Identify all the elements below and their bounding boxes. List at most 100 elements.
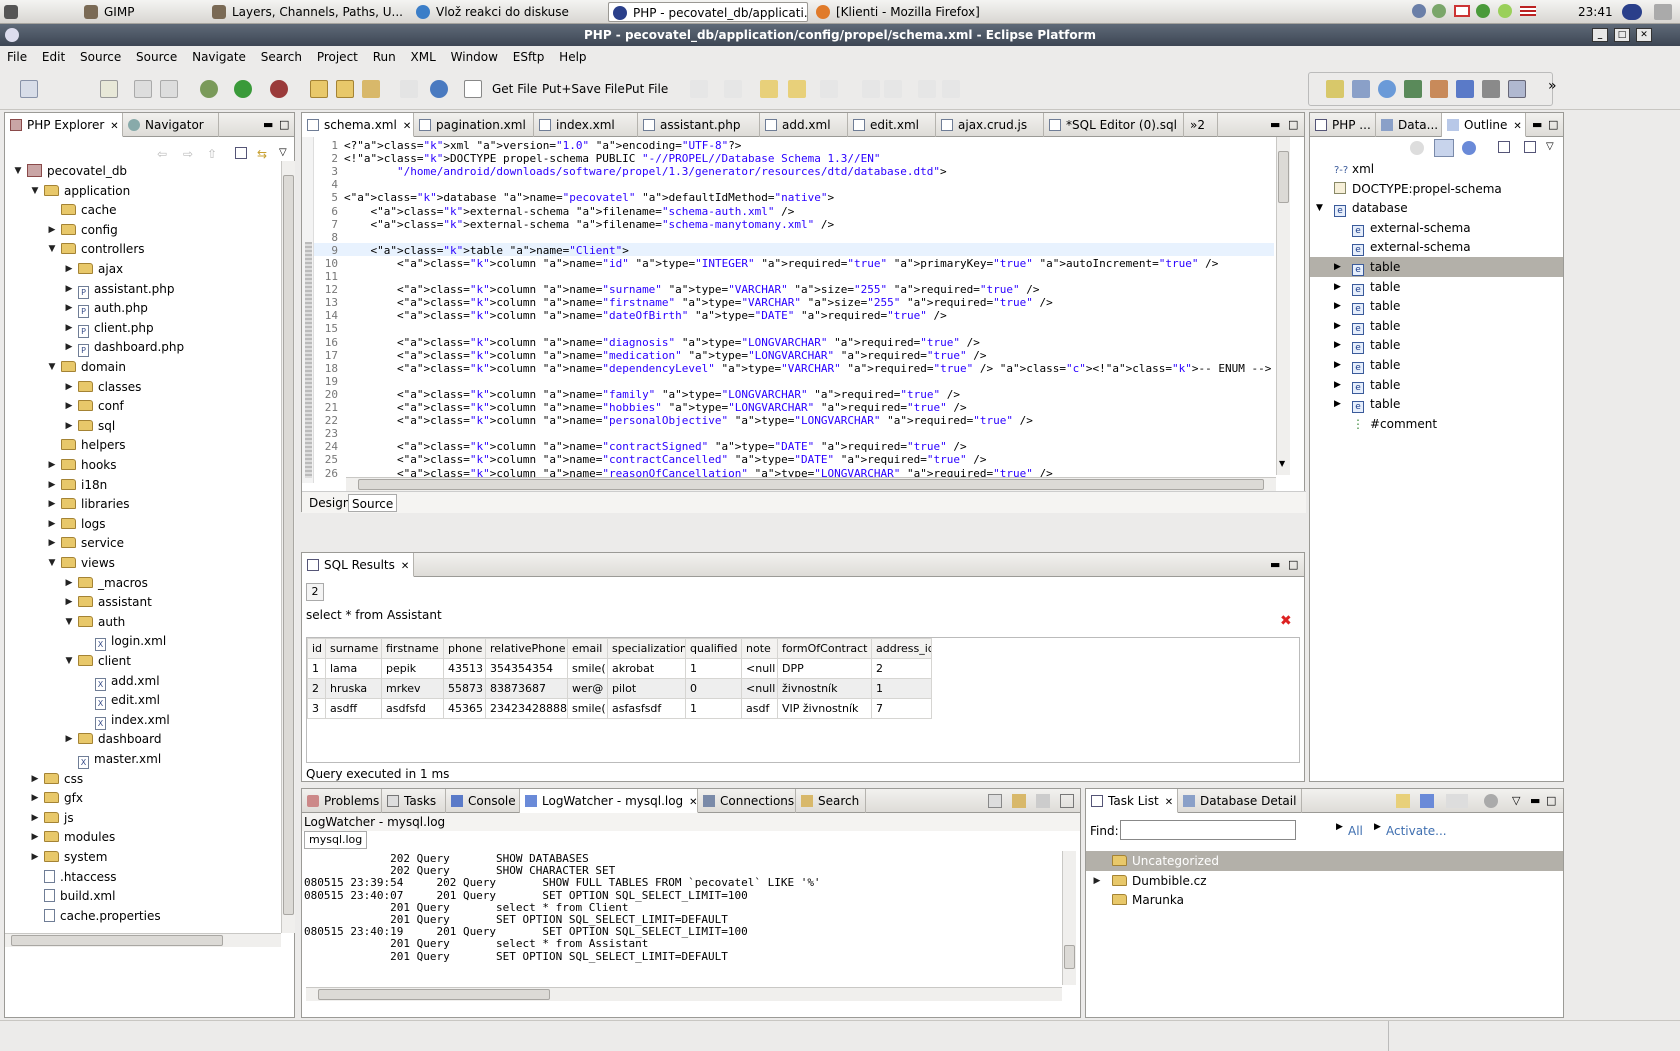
tree-item[interactable]: ▶ classes <box>5 377 281 397</box>
table-cell[interactable]: akrobat <box>607 658 686 679</box>
tab-connections[interactable]: Connections <box>698 789 796 813</box>
collapsed-arrow-icon[interactable]: ▶ <box>47 475 57 495</box>
table-row[interactable]: 2 hruska mrkev 55873 83873687 wer@ pilot 0 <null… <box>307 678 932 699</box>
table-cell[interactable]: asdff <box>325 698 382 719</box>
collapsed-arrow-icon[interactable]: ▶ <box>1092 871 1102 891</box>
tab-design[interactable]: Design <box>306 494 353 512</box>
table-cell[interactable]: asdf <box>741 698 778 719</box>
table-cell[interactable]: 0 <box>685 678 742 699</box>
tree-item[interactable]: ▶ Pclient.php <box>5 318 281 338</box>
back-icon[interactable] <box>788 80 806 98</box>
collapsed-arrow-icon[interactable]: ▶ <box>1334 296 1341 316</box>
explorer-vertical-scrollbar[interactable] <box>281 161 295 933</box>
collapsed-arrow-icon[interactable]: ▶ <box>64 279 74 299</box>
messenger-icon[interactable] <box>1476 4 1490 18</box>
window-titlebar[interactable]: PHP - pecovatel_db/application/config/pr… <box>0 24 1680 46</box>
column-header[interactable]: email <box>567 638 608 659</box>
task-category[interactable]: Marunka <box>1086 890 1563 910</box>
table-cell[interactable]: VIP živnostník <box>777 698 872 719</box>
forward-arrow-icon[interactable]: ⇨ <box>183 147 193 161</box>
collapsed-arrow-icon[interactable]: ▶ <box>30 847 40 867</box>
collapsed-arrow-icon[interactable]: ▶ <box>1334 394 1341 414</box>
scroll-thumb[interactable] <box>1064 945 1075 969</box>
tree-item[interactable]: ▶ Pdashboard.php <box>5 337 281 358</box>
outline-item[interactable]: ⋮ #comment <box>1310 414 1563 434</box>
sort-icon[interactable] <box>1410 141 1424 155</box>
perspective-resource-icon[interactable] <box>1482 80 1500 98</box>
table-cell[interactable]: 3 <box>307 698 326 719</box>
collapsed-arrow-icon[interactable]: ▶ <box>47 514 57 534</box>
table-cell[interactable]: 83873687 <box>485 678 568 699</box>
tab-php-explorer[interactable]: PHP Explorer ✕ <box>5 113 123 137</box>
taskbar-item-browser[interactable]: Vlož reakci do diskuse <box>412 2 602 22</box>
collapsed-arrow-icon[interactable]: ▶ <box>47 533 57 553</box>
put-save-file-button[interactable]: Put+Save File <box>542 80 625 98</box>
source-editor[interactable]: 1 <?"a">class="k">xml "a">version="1.0" "… <box>314 133 1274 483</box>
table-cell[interactable]: 1 <box>871 678 932 699</box>
tree-item[interactable]: ▼ pecovatel_db <box>5 161 281 181</box>
collapsed-arrow-icon[interactable]: ▶ <box>64 592 74 612</box>
log-output[interactable]: 202 Query SHOW DATABASES 202 Query SHOW … <box>304 853 1060 987</box>
column-header[interactable]: relativePhone <box>485 638 568 659</box>
pin-icon[interactable] <box>862 80 880 98</box>
new-task-icon[interactable] <box>1396 794 1410 808</box>
tree-item[interactable]: ▶ gfx <box>5 788 281 808</box>
table-cell[interactable]: DPP <box>777 658 872 679</box>
tree-item[interactable]: ▶ config <box>5 220 281 240</box>
minimize-view-icon[interactable]: ▬ <box>263 118 273 131</box>
collapsed-arrow-icon[interactable]: ▶ <box>1334 375 1341 395</box>
maximize-view-icon[interactable]: □ <box>1288 558 1298 571</box>
outline-item[interactable]: ▶ e table <box>1310 335 1563 355</box>
close-tab-icon[interactable]: ✕ <box>403 121 411 132</box>
tree-item[interactable]: ▶ logs <box>5 514 281 534</box>
tree-item[interactable]: ▶ dashboard <box>5 729 281 749</box>
save-icon[interactable] <box>134 80 152 98</box>
column-header[interactable]: address_id <box>871 638 932 659</box>
get-file-button[interactable]: Get File <box>492 80 537 98</box>
collapse-all-icon[interactable] <box>235 147 247 159</box>
collapsed-arrow-icon[interactable]: ▶ <box>1334 355 1341 375</box>
collapsed-arrow-icon[interactable]: ▶ <box>30 788 40 808</box>
all-link[interactable]: All <box>1348 821 1363 841</box>
tab-mysql-log[interactable]: mysql.log <box>304 831 368 849</box>
tree-item[interactable]: ▼ application <box>5 181 281 201</box>
taskbar-item-eclipse[interactable]: PHP - pecovatel_db/applicati... <box>608 2 808 22</box>
open-type-icon[interactable] <box>20 80 38 98</box>
table-cell[interactable]: smile( <box>567 658 608 679</box>
perspective-team-icon[interactable] <box>1404 80 1422 98</box>
scroll-thumb[interactable] <box>358 479 1264 490</box>
new-wizard-icon[interactable] <box>100 80 118 98</box>
tree-item[interactable]: ▶ i18n <box>5 475 281 495</box>
clear-log-icon[interactable] <box>1036 794 1050 808</box>
external-tools-icon[interactable] <box>270 80 288 98</box>
minimize-view-icon[interactable]: ▬ <box>1532 118 1542 131</box>
network-icon[interactable] <box>1412 4 1426 18</box>
scroll-thumb[interactable] <box>318 989 550 1000</box>
tree-item[interactable]: Xedit.xml <box>5 690 281 711</box>
page-icon[interactable] <box>464 80 482 98</box>
open-project-icon[interactable] <box>336 80 354 98</box>
column-header[interactable]: formOfContract <box>777 638 872 659</box>
table-cell[interactable]: mrkev <box>381 678 444 699</box>
table-cell[interactable]: 1 <box>685 698 742 719</box>
tree-item[interactable]: Xlogin.xml <box>5 631 281 652</box>
table-cell[interactable]: pepik <box>381 658 444 679</box>
collapsed-arrow-icon[interactable]: ▶ <box>30 769 40 789</box>
expanded-arrow-icon[interactable]: ▼ <box>1316 198 1323 218</box>
edit-filter-icon[interactable] <box>1012 794 1026 808</box>
expanded-arrow-icon[interactable]: ▼ <box>47 357 57 377</box>
menu-run[interactable]: Run <box>373 50 396 64</box>
up-arrow-icon[interactable]: ⇧ <box>207 147 217 161</box>
tab-task-list[interactable]: Task List ✕ <box>1086 789 1178 813</box>
table-cell[interactable]: 2 <box>307 678 326 699</box>
tree-item[interactable]: ▶ libraries <box>5 494 281 514</box>
minimize-view-icon[interactable]: ▬ <box>1270 558 1280 571</box>
perspective-php-icon[interactable] <box>1326 80 1344 98</box>
table-cell[interactable]: 2 <box>871 658 932 679</box>
close-result-icon[interactable]: ✖ <box>1280 613 1292 629</box>
tree-item[interactable]: ▶ Passistant.php <box>5 279 281 299</box>
tree-item[interactable]: ▼ client <box>5 651 281 671</box>
menu-edit[interactable]: Edit <box>42 50 65 64</box>
new-watch-icon[interactable] <box>988 794 1002 808</box>
perspective-debug-icon[interactable] <box>1456 80 1474 98</box>
